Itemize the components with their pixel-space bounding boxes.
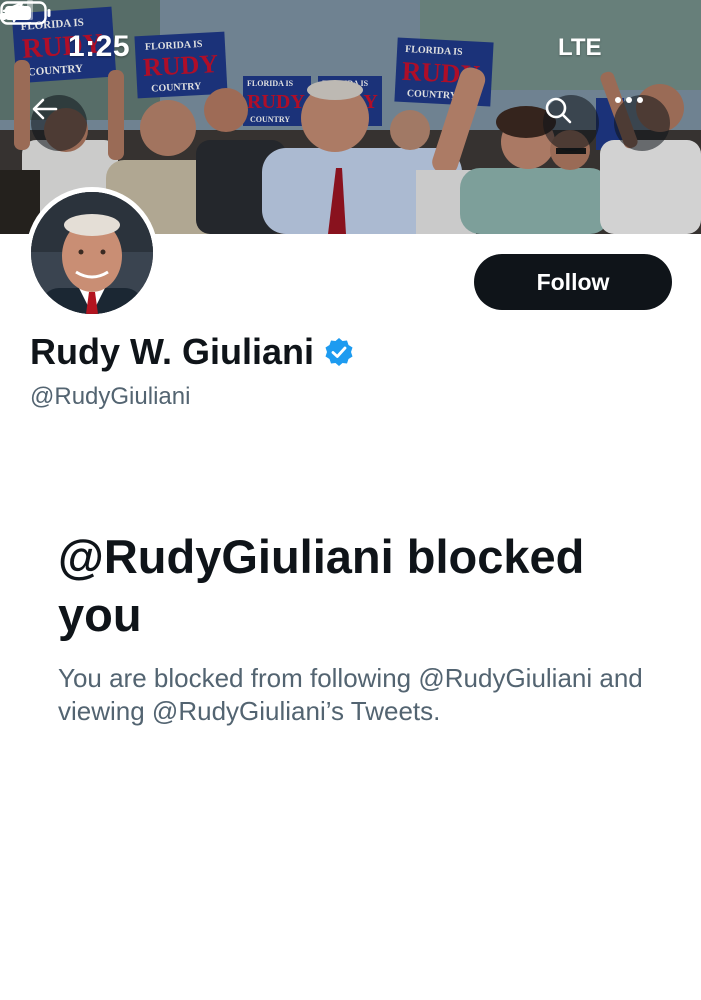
more-options-button[interactable] <box>614 95 670 151</box>
avatar-photo <box>31 192 153 314</box>
search-button[interactable] <box>543 95 599 151</box>
follow-button[interactable]: Follow <box>474 254 672 310</box>
profile-handle: @RudyGiuliani <box>30 383 191 410</box>
display-name-row: Rudy W. Giuliani <box>30 331 354 373</box>
display-name: Rudy W. Giuliani <box>30 331 315 372</box>
blocked-notice-description: You are blocked from following @RudyGiul… <box>58 663 643 726</box>
battery-icon <box>0 1 51 25</box>
verified-badge-icon[interactable] <box>324 337 354 367</box>
status-time: 1:25 <box>68 30 131 63</box>
profile-avatar[interactable] <box>26 187 158 319</box>
blocked-notice-title: @RudyGiuliani blocked you <box>58 530 585 641</box>
network-type: LTE <box>558 34 602 61</box>
back-button[interactable] <box>31 95 87 151</box>
search-icon <box>545 97 572 124</box>
more-horizontal-icon <box>615 97 643 103</box>
arrow-left-icon <box>32 98 58 120</box>
